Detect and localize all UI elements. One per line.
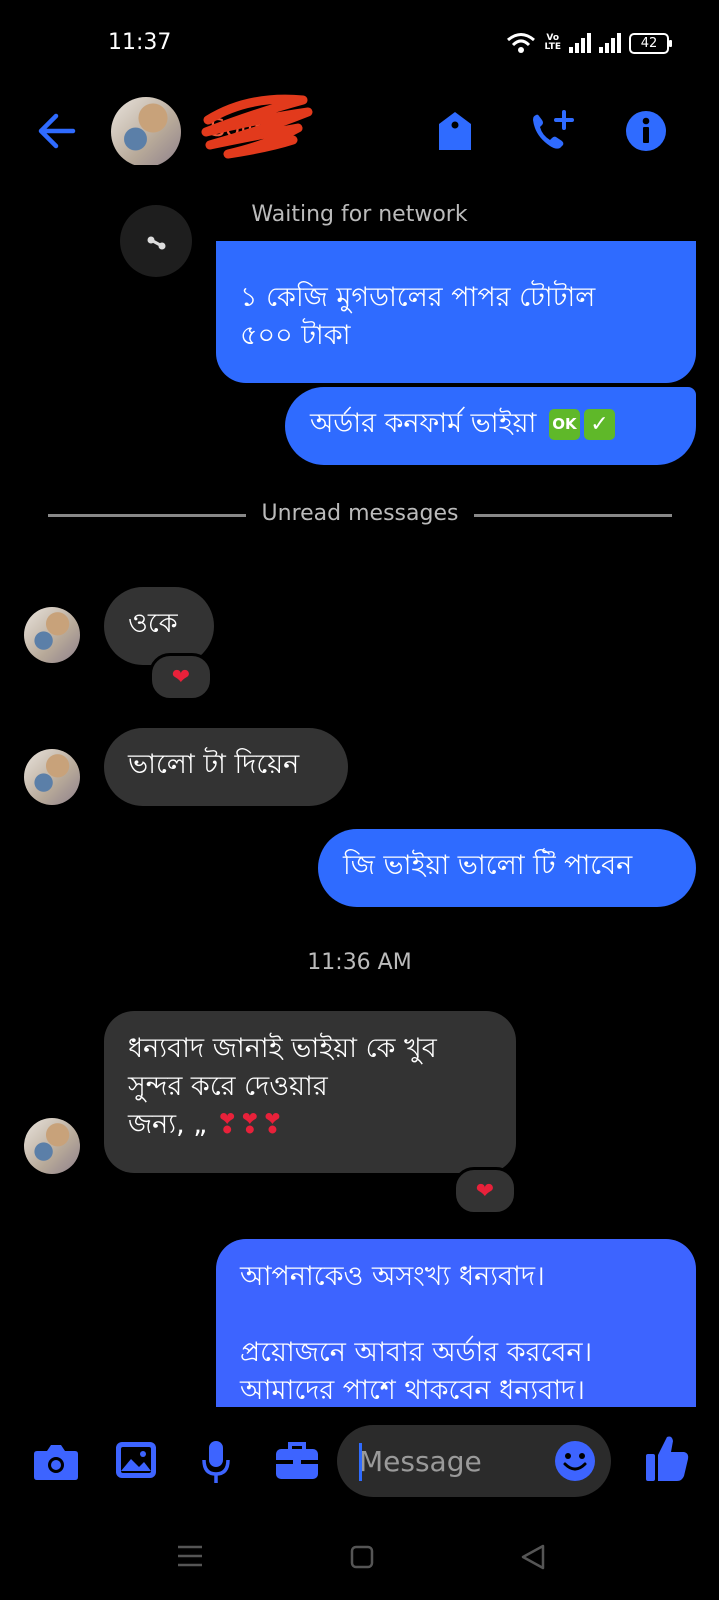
heart-exclamation-icon: ❣❣❣ (215, 1109, 284, 1140)
gallery-icon[interactable] (115, 1441, 157, 1479)
message-incoming[interactable]: ভালো টা দিয়েন (104, 728, 348, 806)
message-text: সুন্দর করে দেওয়ার (128, 1071, 328, 1102)
tag-icon[interactable] (437, 110, 473, 152)
battery-icon: 42 (629, 32, 672, 54)
message-text: ওকে (128, 608, 178, 639)
text-caret (359, 1443, 362, 1481)
heart-icon: ❤ (475, 1178, 495, 1204)
signal-icon-1 (569, 33, 591, 53)
message-outgoing[interactable]: অর্ডার কনফার্ম ভাইয়া OK ✓ (285, 387, 696, 465)
volte-indicator: Vo LTE (544, 34, 561, 52)
message-text: প্রয়োজনে আবার অর্ডার করবেন। (240, 1337, 593, 1368)
emoji-icon[interactable] (555, 1441, 595, 1481)
signal-icon-2 (599, 33, 621, 53)
redaction-scribble (201, 94, 313, 159)
status-icons: Vo LTE 42 (506, 32, 672, 54)
home-nav-icon[interactable] (350, 1545, 374, 1569)
sender-avatar[interactable] (24, 1118, 80, 1174)
link-icon (147, 236, 166, 250)
message-incoming[interactable]: ধন্যবাদ জানাই ভাইয়া কে খুব সুন্দর করে দ… (104, 1011, 516, 1173)
message-outgoing[interactable]: ১ কেজি মুগডালের পাপর টোটাল ৫০০ টাকা (216, 241, 696, 383)
chat-top-mask (0, 165, 719, 201)
message-text: ১ কেজি মুগডালের পাপর টোটাল (240, 282, 596, 313)
divider-line-left (48, 514, 246, 517)
heart-reaction[interactable]: ❤ (149, 653, 213, 701)
message-text: অর্ডার কনফার্ম ভাইয়া (310, 408, 537, 439)
status-time: 11:37 (108, 30, 172, 55)
unread-divider-label: Unread messages (261, 501, 459, 526)
heart-reaction[interactable]: ❤ (453, 1167, 517, 1215)
back-nav-icon[interactable] (520, 1544, 546, 1570)
message-text: আমাদের পাশে থাকবেন ধন্যবাদ। (240, 1375, 585, 1406)
message-text: জি ভাইয়া ভালো টি পাবেন (343, 850, 633, 881)
info-icon[interactable] (626, 111, 666, 151)
wifi-icon (507, 33, 536, 53)
message-outgoing[interactable]: আপনাকেও অসংখ্য ধন্যবাদ। প্রয়োজনে আবার অ… (216, 1239, 696, 1407)
contact-name[interactable]: Sojib (198, 90, 328, 165)
message-text: ধন্যবাদ জানাই ভাইয়া কে খুব (128, 1033, 437, 1064)
message-outgoing[interactable]: জি ভাইয়া ভালো টি পাবেন (318, 829, 696, 907)
sender-avatar[interactable] (24, 749, 80, 805)
timestamp: 11:36 AM (307, 950, 412, 975)
briefcase-icon[interactable] (275, 1441, 319, 1481)
back-arrow-icon[interactable] (36, 113, 76, 149)
camera-icon[interactable] (33, 1443, 79, 1481)
volte-bottom: LTE (544, 42, 561, 52)
message-text: ভালো টা দিয়েন (128, 749, 300, 780)
check-emoji-icon: ✓ (583, 409, 615, 440)
network-status: Waiting for network (251, 202, 468, 227)
thumbs-up-icon[interactable] (645, 1434, 689, 1482)
message-text: জন্য, „ (128, 1109, 208, 1140)
divider-line-right (474, 514, 672, 517)
contact-avatar[interactable] (111, 97, 181, 167)
heart-icon: ❤ (171, 664, 191, 690)
ok-emoji-icon: OK (548, 409, 580, 440)
add-call-icon[interactable] (530, 110, 576, 152)
menu-nav-icon[interactable] (177, 1544, 203, 1568)
message-text: আপনাকেও অসংখ্য ধন্যবাদ। (240, 1261, 545, 1292)
microphone-icon[interactable] (201, 1440, 231, 1484)
sender-avatar[interactable] (24, 607, 80, 663)
message-text: ৫০০ টাকা (240, 320, 351, 351)
